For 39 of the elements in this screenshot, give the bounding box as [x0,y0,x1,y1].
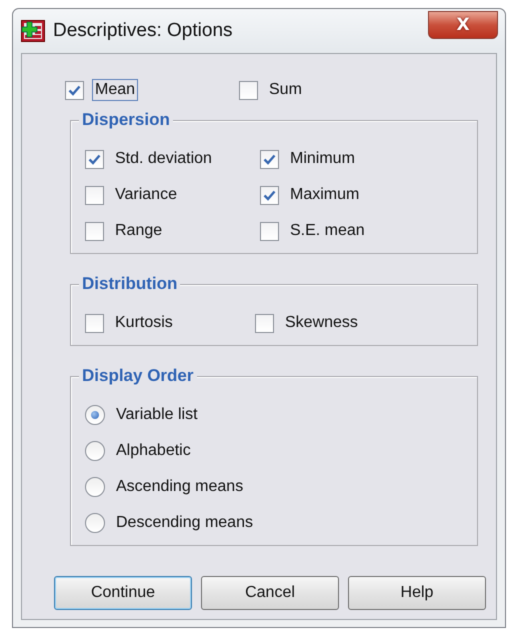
window-title: Descriptives: Options [53,20,233,42]
checkbox[interactable] [65,80,84,100]
checkbox[interactable] [255,314,274,332]
dialog-button[interactable]: Continue [54,576,192,610]
checkbox[interactable] [260,186,279,204]
close-button[interactable]: X [428,11,498,39]
radio-button[interactable] [85,405,105,425]
option-label: Minimum [289,149,356,169]
radio-button[interactable] [85,513,105,533]
checkbox[interactable] [85,314,104,332]
option-label: Std. deviation [114,149,213,169]
option-label: Range [114,221,164,241]
option-label: Variance [114,185,178,205]
dialog-button[interactable]: Help [348,576,486,610]
option-label: Sum [268,80,303,100]
option-label: Mean [92,79,138,101]
option-label: Descending means [115,513,254,533]
checkbox[interactable] [260,150,279,168]
checkbox[interactable] [85,150,104,168]
option-label: Alphabetic [115,441,192,461]
option-label: S.E. mean [289,221,366,241]
option-label: Maximum [289,185,360,205]
checkmark-icon [263,154,276,164]
checkmark-icon [88,154,101,164]
radio-button[interactable] [85,441,105,461]
option-label: Variable list [115,405,199,425]
checkbox[interactable] [85,186,104,204]
checkmark-icon [68,84,81,96]
checkbox[interactable] [260,222,279,240]
dialog-button[interactable]: Cancel [201,576,339,610]
option-label: Kurtosis [114,313,174,333]
option-label: Ascending means [115,477,244,497]
checkbox[interactable] [239,80,258,100]
radio-button[interactable] [85,477,105,497]
checkmark-icon [263,190,276,200]
app-icon [21,20,45,42]
option-label: Skewness [284,313,359,333]
radio-dot-icon [91,411,99,419]
checkbox[interactable] [85,222,104,240]
